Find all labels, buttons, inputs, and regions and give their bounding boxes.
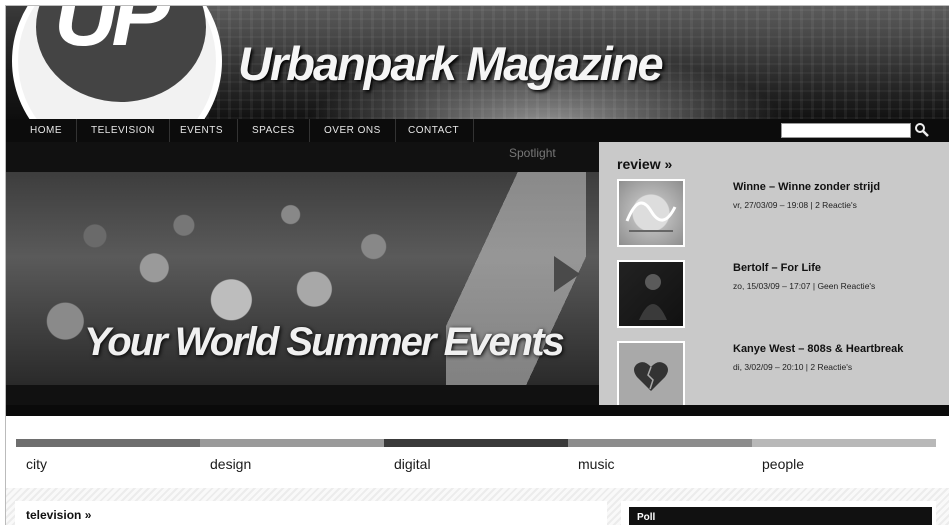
poll-header: Poll [629,507,932,525]
nav-item-television[interactable]: TELEVISION [77,119,170,142]
category-label[interactable]: music [578,456,615,472]
category-label[interactable]: design [210,456,251,472]
category-bar [200,439,384,447]
category-label[interactable]: digital [394,456,431,472]
category-nav: city design digital music people [16,439,938,479]
spotlight-label: Spotlight [509,146,556,160]
broken-heart-icon [634,362,668,391]
main-nav: HOME TELEVISION EVENTS SPACES OVER ONS C… [6,119,949,142]
poll-heading: Poll [637,512,656,523]
review-title[interactable]: Kanye West – 808s & Heartbreak [733,343,903,355]
album-cover-bertolf[interactable] [617,260,685,328]
winne-art-icon [625,201,677,232]
category-bar [384,439,568,447]
category-city[interactable]: city [16,439,200,479]
review-title[interactable]: Bertolf – For Life [733,262,821,274]
site-title[interactable]: Urbanpark Magazine [238,36,664,91]
search-input[interactable] [781,123,911,138]
television-heading[interactable]: television » [26,508,91,522]
review-panel: review » Winne – Winne zonder strijd vr,… [599,142,949,409]
category-label[interactable]: city [26,456,47,472]
category-label[interactable]: people [762,456,804,472]
category-people[interactable]: people [752,439,936,479]
review-meta: vr, 27/03/09 – 19:08 | 2 Reactie's [733,200,857,210]
review-meta: zo, 15/03/09 – 17:07 | Geen Reactie's [733,281,876,291]
search-icon[interactable] [914,122,930,138]
next-arrow-icon[interactable] [554,256,580,292]
bertolf-art-icon [639,274,667,320]
category-design[interactable]: design [200,439,384,479]
category-music[interactable]: music [568,439,752,479]
site-logo[interactable]: UP [12,6,222,119]
site-header: UP Urbanpark Magazine [6,6,949,119]
review-item[interactable]: Bertolf – For Life zo, 15/03/09 – 17:07 … [617,260,942,330]
review-heading[interactable]: review » [617,156,672,172]
nav-item-home[interactable]: HOME [16,119,77,142]
poll-section: Poll [621,501,936,525]
category-bar [752,439,936,447]
logo-text: UP [54,6,170,64]
nav-item-spaces[interactable]: SPACES [238,119,310,142]
television-section: television » [15,501,607,525]
nav-item-over-ons[interactable]: OVER ONS [310,119,396,142]
page: UP Urbanpark Magazine HOME TELEVISION EV… [5,5,949,525]
nav-item-events[interactable]: EVENTS [166,119,239,142]
banner-caption: Your World Summer Events [84,320,565,364]
spotlight-banner[interactable]: Spotlight Your World Summer Events [6,142,599,405]
review-item[interactable]: Kanye West – 808s & Heartbreak di, 3/02/… [617,341,942,411]
review-title[interactable]: Winne – Winne zonder strijd [733,181,880,193]
album-cover-kanye[interactable] [617,341,685,409]
nav-item-contact[interactable]: CONTACT [394,119,475,142]
album-cover-winne[interactable] [617,179,685,247]
review-meta: di, 3/02/09 – 20:10 | 2 Reactie's [733,362,853,372]
category-digital[interactable]: digital [384,439,568,479]
category-bar [568,439,752,447]
divider-band [6,405,949,416]
review-item[interactable]: Winne – Winne zonder strijd vr, 27/03/09… [617,179,942,249]
category-bar [16,439,200,447]
